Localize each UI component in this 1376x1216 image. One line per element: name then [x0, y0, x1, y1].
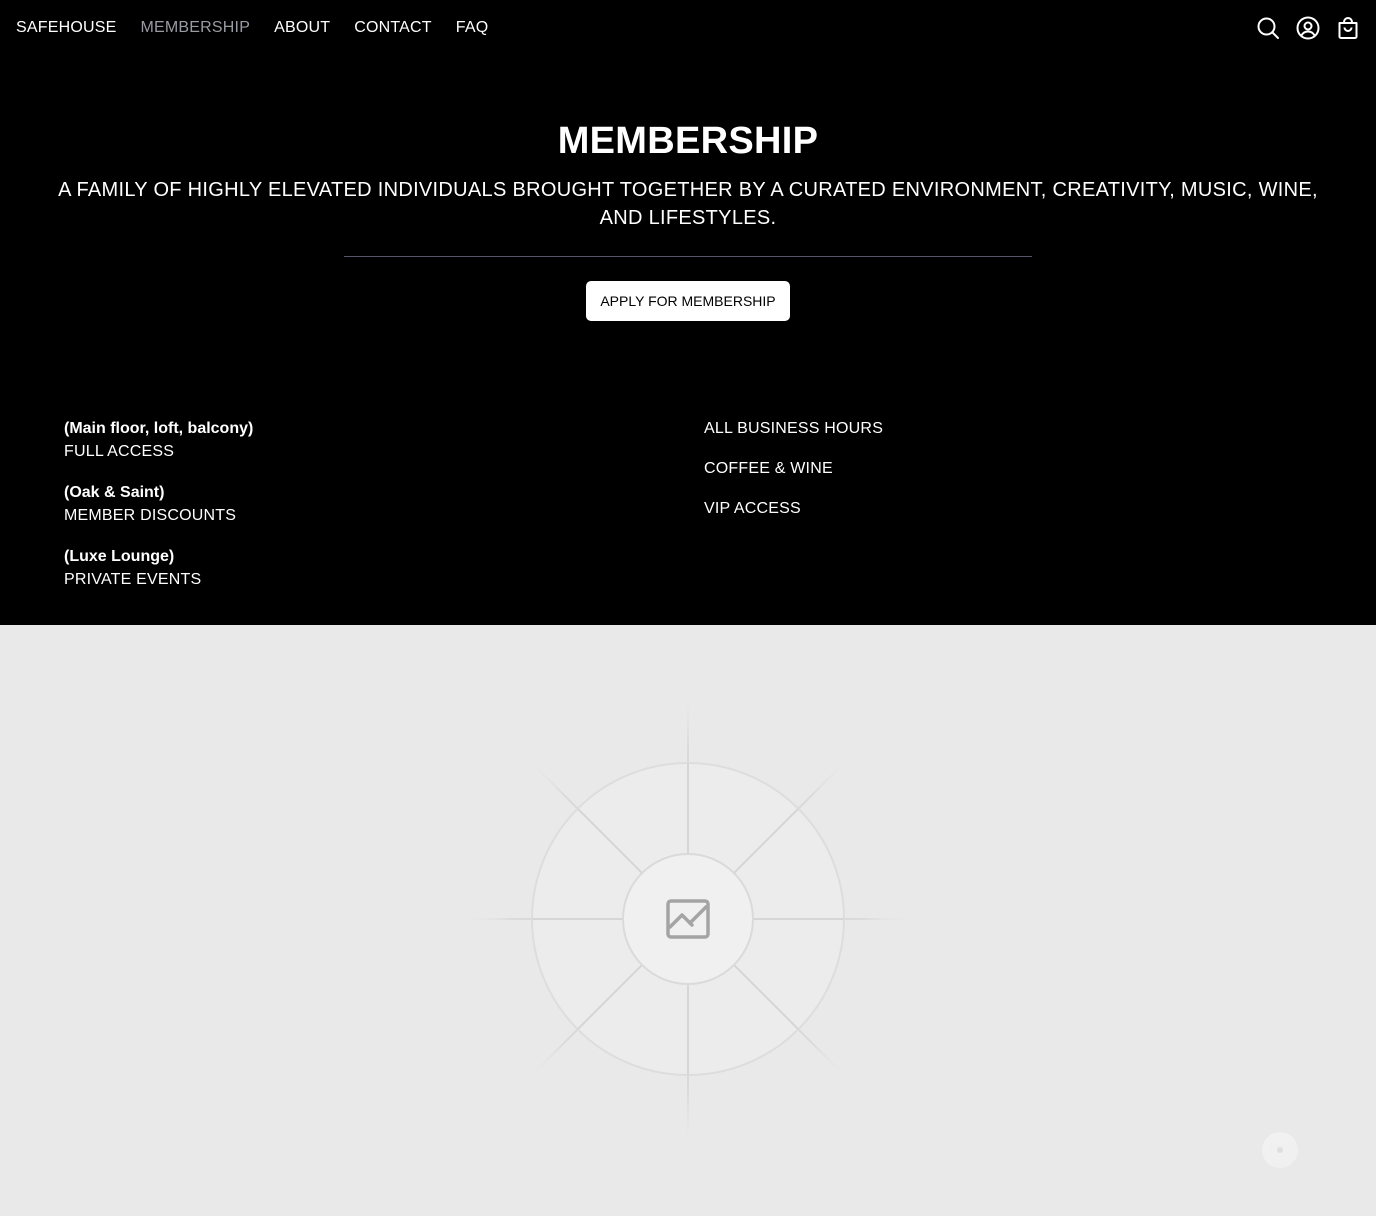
- nav-item-about[interactable]: ABOUT: [274, 19, 330, 37]
- apply-for-membership-button[interactable]: APPLY FOR MEMBERSHIP: [586, 281, 790, 321]
- divider: [344, 256, 1032, 257]
- feature-label: FULL ACCESS: [64, 443, 175, 460]
- feature-label: ALL BUSINESS HOURS: [704, 420, 884, 437]
- image-placeholder: [0, 625, 1376, 1216]
- nav-item-contact[interactable]: CONTACT: [354, 19, 432, 37]
- feature-item: (Luxe Lounge) PRIVATE EVENTS: [64, 546, 253, 610]
- feature-note: (Main floor, loft, balcony): [64, 420, 254, 437]
- feature-label: VIP ACCESS: [704, 500, 801, 517]
- nav-item-safehouse[interactable]: SAFEHOUSE: [16, 19, 117, 37]
- page-title: MEMBERSHIP: [557, 120, 819, 162]
- header-actions: [1256, 0, 1360, 56]
- feature-note: (Luxe Lounge): [64, 548, 175, 565]
- main-nav: SAFEHOUSE MEMBERSHIP ABOUT CONTACT FAQ: [16, 0, 512, 56]
- feature-label: PRIVATE EVENTS: [64, 571, 202, 588]
- features-left-column: (Main floor, loft, balcony) FULL ACCESS …: [64, 418, 253, 610]
- nav-item-faq[interactable]: FAQ: [456, 19, 489, 37]
- top-navigation-bar: SAFEHOUSE MEMBERSHIP ABOUT CONTACT FAQ: [0, 0, 1376, 56]
- feature-item: (Oak & Saint) MEMBER DISCOUNTS: [64, 482, 253, 546]
- cart-icon[interactable]: [1336, 16, 1360, 40]
- nav-item-membership[interactable]: MEMBERSHIP: [141, 19, 251, 37]
- feature-label: MEMBER DISCOUNTS: [64, 507, 237, 524]
- image-placeholder-graphic: [458, 689, 918, 1149]
- feature-note: (Oak & Saint): [64, 484, 165, 501]
- loading-indicator: [1262, 1132, 1298, 1168]
- feature-item: (Main floor, loft, balcony) FULL ACCESS: [64, 418, 253, 482]
- feature-label: COFFEE & WINE: [704, 460, 833, 477]
- account-icon[interactable]: [1296, 16, 1320, 40]
- search-icon[interactable]: [1256, 16, 1280, 40]
- features-right-column: ALL BUSINESS HOURS COFFEE & WINE VIP ACC…: [704, 418, 883, 538]
- hero-subtitle: A FAMILY OF HIGHLY ELEVATED INDIVIDUALS …: [58, 179, 1318, 229]
